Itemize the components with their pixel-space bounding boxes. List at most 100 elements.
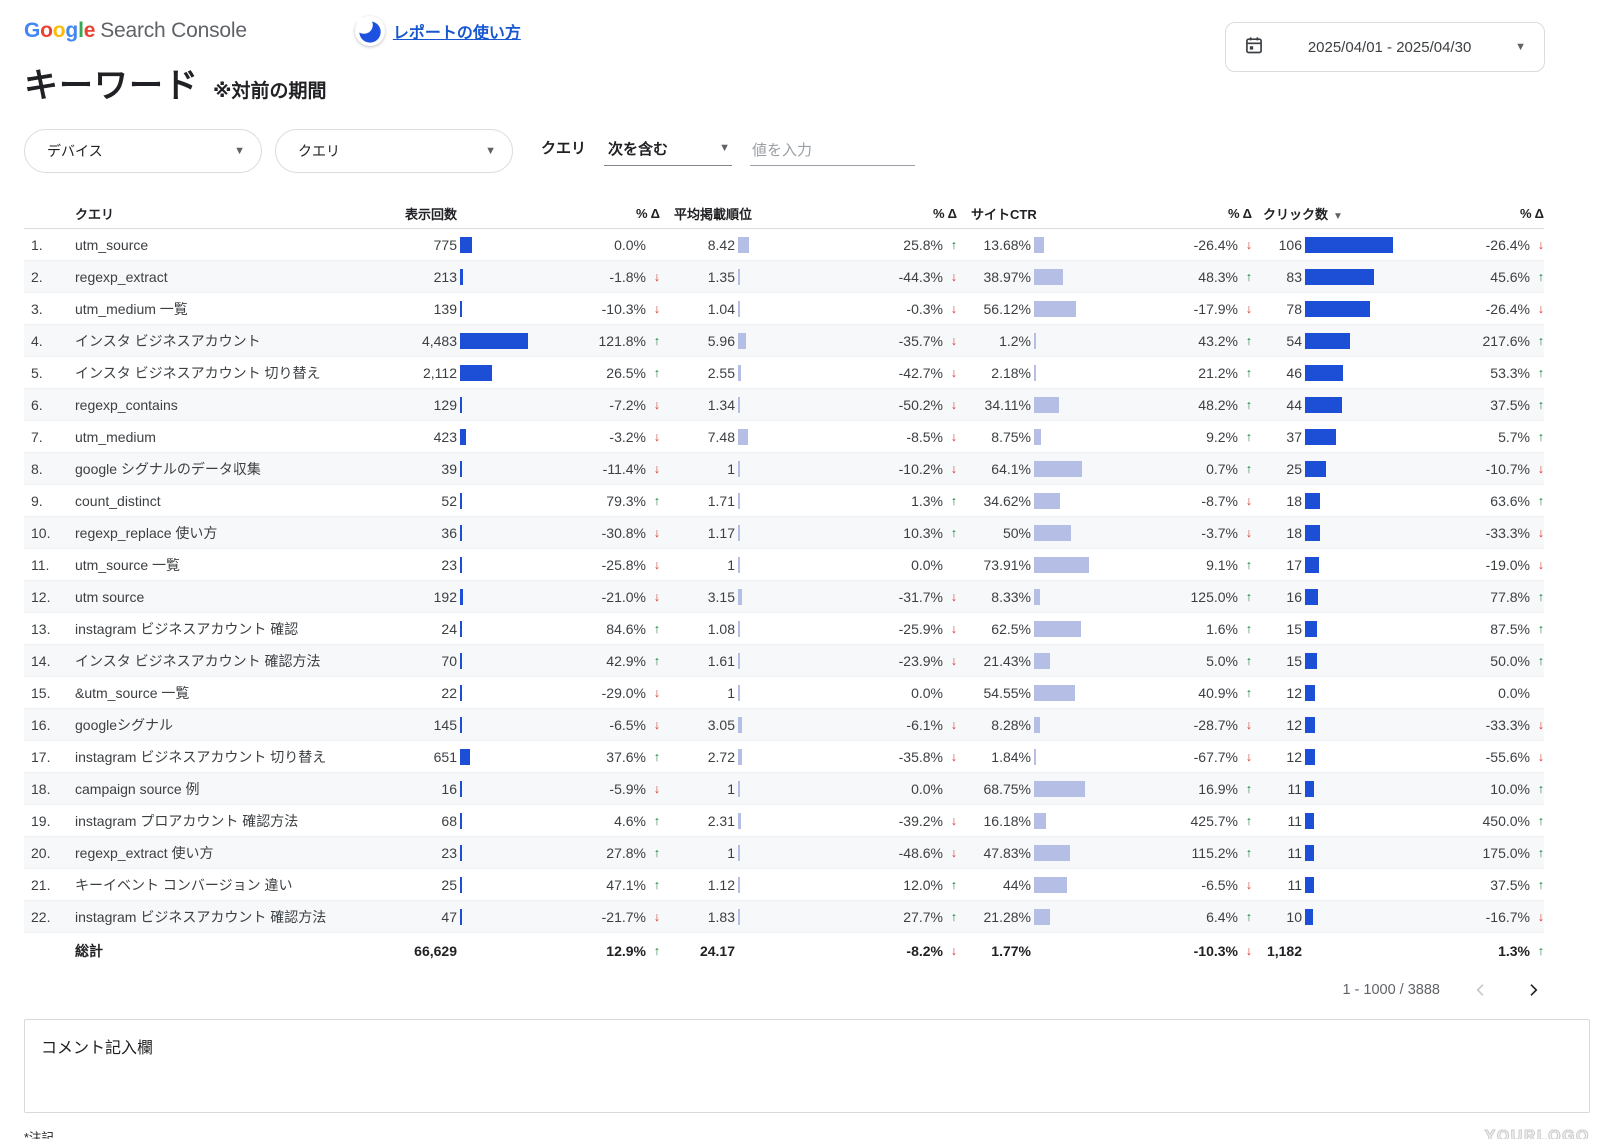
impressions-value: 145 — [385, 709, 457, 740]
impressions-value: 25 — [385, 869, 457, 900]
clicks-bar — [1302, 901, 1399, 932]
query-cell: regexp_extract — [75, 261, 385, 292]
comment-box[interactable]: コメント記入欄 — [24, 1019, 1590, 1113]
query-filter-dropdown[interactable]: クエリ ▼ — [275, 129, 513, 173]
avg-position-delta: -23.9%↓ — [752, 645, 957, 676]
impressions-delta: 79.3%↑ — [532, 485, 660, 516]
table-row[interactable]: 22. instagram ビジネスアカウント 確認方法 47 -21.7%↓ … — [24, 901, 1544, 933]
clicks-value: 18 — [1252, 485, 1302, 516]
impressions-delta: 26.5%↑ — [532, 357, 660, 388]
site-ctr-bar — [1031, 709, 1094, 740]
impressions-bar — [457, 517, 532, 548]
site-ctr-delta-header[interactable]: % Δ — [1094, 206, 1252, 221]
table-row[interactable]: 13. instagram ビジネスアカウント 確認 24 84.6%↑ 1.0… — [24, 613, 1544, 645]
table-row[interactable]: 16. googleシグナル 145 -6.5%↓ 3.05 -6.1%↓ 8.… — [24, 709, 1544, 741]
avg-position-delta-header[interactable]: % Δ — [752, 206, 957, 221]
table-row[interactable]: 11. utm_source 一覧 23 -25.8%↓ 1 0.0% 73.9… — [24, 549, 1544, 581]
site-ctr-bar — [1031, 613, 1094, 644]
impressions-value: 36 — [385, 517, 457, 548]
impressions-value: 68 — [385, 805, 457, 836]
site-ctr-delta: -28.7%↓ — [1094, 709, 1252, 740]
row-rank: 15. — [24, 677, 75, 708]
impressions-delta: -1.8%↓ — [532, 261, 660, 292]
table-row[interactable]: 17. instagram ビジネスアカウント 切り替え 651 37.6%↑ … — [24, 741, 1544, 773]
table-row[interactable]: 19. instagram プロアカウント 確認方法 68 4.6%↑ 2.31… — [24, 805, 1544, 837]
help-link[interactable]: レポートの使い方 — [393, 19, 521, 43]
impressions-value: 4,483 — [385, 325, 457, 356]
site-ctr-bar — [1031, 837, 1094, 868]
table-body: 1. utm_source 775 0.0% 8.42 25.8%↑ 13.68… — [24, 229, 1544, 969]
site-ctr-value: 38.97% — [957, 261, 1031, 292]
query-cell: instagram ビジネスアカウント 確認方法 — [75, 901, 385, 932]
row-rank: 20. — [24, 837, 75, 868]
table-row[interactable]: 18. campaign source 例 16 -5.9%↓ 1 0.0% 6… — [24, 773, 1544, 805]
table-row[interactable]: 2. regexp_extract 213 -1.8%↓ 1.35 -44.3%… — [24, 261, 1544, 293]
impressions-bar — [457, 229, 532, 260]
site-ctr-column-header[interactable]: サイトCTR — [957, 204, 1094, 223]
clicks-bar — [1302, 485, 1399, 516]
query-column-header[interactable]: クエリ — [75, 204, 385, 223]
impressions-column-header[interactable]: 表示回数 — [385, 204, 457, 223]
sort-descending-icon: ▼ — [1333, 211, 1343, 222]
clicks-delta: 217.6%↑ — [1399, 325, 1544, 356]
avg-position-bar — [735, 229, 752, 260]
table-row[interactable]: 7. utm_medium 423 -3.2%↓ 7.48 -8.5%↓ 8.7… — [24, 421, 1544, 453]
clicks-column-header[interactable]: クリック数▼ — [1252, 204, 1399, 223]
query-cell: count_distinct — [75, 485, 385, 516]
avg-position-delta: 25.8%↑ — [752, 229, 957, 260]
clicks-bar — [1302, 293, 1399, 324]
chevron-right-icon[interactable] — [1522, 979, 1544, 1001]
avg-position-value: 1 — [660, 677, 735, 708]
clicks-delta-header[interactable]: % Δ — [1399, 206, 1544, 221]
site-ctr-delta: 1.6%↑ — [1094, 613, 1252, 644]
table-row[interactable]: 14. インスタ ビジネスアカウント 確認方法 70 42.9%↑ 1.61 -… — [24, 645, 1544, 677]
table-row[interactable]: 12. utm source 192 -21.0%↓ 3.15 -31.7%↓ … — [24, 581, 1544, 613]
impressions-value: 16 — [385, 773, 457, 804]
table-row[interactable]: 15. &utm_source 一覧 22 -29.0%↓ 1 0.0% 54.… — [24, 677, 1544, 709]
impressions-value: 651 — [385, 741, 457, 772]
impressions-value: 423 — [385, 421, 457, 452]
query-cell: campaign source 例 — [75, 773, 385, 804]
device-filter-dropdown[interactable]: デバイス ▼ — [24, 129, 262, 173]
filter-operator-select[interactable]: 次を含む ▼ — [604, 138, 732, 166]
impressions-bar — [457, 293, 532, 324]
table-row[interactable]: 9. count_distinct 52 79.3%↑ 1.71 1.3%↑ 3… — [24, 485, 1544, 517]
avg-position-value: 1.17 — [660, 517, 735, 548]
table-row[interactable]: 8. google シグナルのデータ収集 39 -11.4%↓ 1 -10.2%… — [24, 453, 1544, 485]
date-range-picker[interactable]: 2025/04/01 - 2025/04/30 ▼ — [1225, 22, 1545, 72]
impressions-value: 23 — [385, 549, 457, 580]
table-row[interactable]: 4. インスタ ビジネスアカウント 4,483 121.8%↑ 5.96 -35… — [24, 325, 1544, 357]
search-console-label: Search Console — [100, 19, 247, 42]
table-header-row: クエリ 表示回数 % Δ 平均掲載順位 % Δ サイトCTR % Δ クリック数… — [24, 199, 1544, 229]
table-row[interactable]: 3. utm_medium 一覧 139 -10.3%↓ 1.04 -0.3%↓… — [24, 293, 1544, 325]
impressions-delta-header[interactable]: % Δ — [532, 206, 660, 221]
filter-value-input[interactable] — [750, 142, 915, 166]
clicks-delta: -19.0%↓ — [1399, 549, 1544, 580]
chevron-left-icon[interactable] — [1470, 979, 1492, 1001]
avg-position-bar — [735, 677, 752, 708]
site-ctr-value: 1.77% — [957, 933, 1031, 969]
avg-position-column-header[interactable]: 平均掲載順位 — [660, 204, 752, 223]
avg-position-value: 1.83 — [660, 901, 735, 932]
table-row[interactable]: 5. インスタ ビジネスアカウント 切り替え 2,112 26.5%↑ 2.55… — [24, 357, 1544, 389]
table-row[interactable]: 1. utm_source 775 0.0% 8.42 25.8%↑ 13.68… — [24, 229, 1544, 261]
table-row[interactable]: 10. regexp_replace 使い方 36 -30.8%↓ 1.17 1… — [24, 517, 1544, 549]
avg-position-bar — [735, 485, 752, 516]
query-cell: regexp_replace 使い方 — [75, 517, 385, 548]
table-row[interactable]: 21. キーイベント コンバージョン 違い 25 47.1%↑ 1.12 12.… — [24, 869, 1544, 901]
row-rank: 16. — [24, 709, 75, 740]
query-cell: instagram プロアカウント 確認方法 — [75, 805, 385, 836]
table-row[interactable]: 6. regexp_contains 129 -7.2%↓ 1.34 -50.2… — [24, 389, 1544, 421]
report-help[interactable]: レポートの使い方 — [355, 16, 521, 46]
avg-position-delta: 12.0%↑ — [752, 869, 957, 900]
clicks-bar — [1302, 325, 1399, 356]
impressions-delta: -6.5%↓ — [532, 709, 660, 740]
table-row[interactable]: 20. regexp_extract 使い方 23 27.8%↑ 1 -48.6… — [24, 837, 1544, 869]
avg-position-bar — [735, 357, 752, 388]
site-ctr-bar — [1031, 357, 1094, 388]
query-cell: regexp_contains — [75, 389, 385, 420]
table-total-row[interactable]: 総計 66,629 12.9%↑ 24.17 -8.2%↓ 1.77% -10.… — [24, 933, 1544, 969]
query-cell: utm source — [75, 581, 385, 612]
impressions-value: 52 — [385, 485, 457, 516]
clicks-delta: -33.3%↓ — [1399, 709, 1544, 740]
